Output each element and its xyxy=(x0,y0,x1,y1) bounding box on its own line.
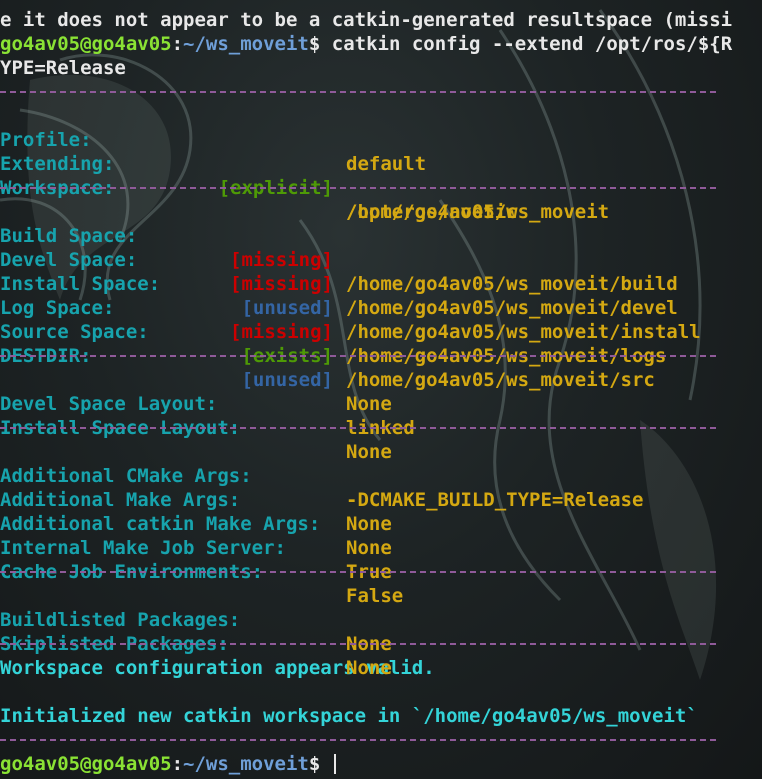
config-row-destdir: DESTDIR: [unused] None xyxy=(0,320,762,415)
terminal-window[interactable]: e it does not appear to be a catkin-gene… xyxy=(0,0,762,779)
prompt-symbol: $ xyxy=(308,33,321,55)
config-row-devel-layout: Devel Space Layout: linked xyxy=(0,368,762,439)
config-value: None xyxy=(346,657,392,679)
initialized-message: Initialized new catkin workspace in `/ho… xyxy=(0,705,698,727)
config-row-devel-space: Devel Space: [missing] /home/go4av05/ws_… xyxy=(0,224,762,319)
config-row-cache-env: Cache Job Environments: False xyxy=(0,536,762,607)
config-row-job-server: Internal Make Job Server: True xyxy=(0,512,762,583)
config-row-build-space: Build Space: [missing] /home/go4av05/ws_… xyxy=(0,200,762,295)
separator-line xyxy=(0,728,762,752)
config-row-cmake-args: Additional CMake Args: -DCMAKE_BUILD_TYP… xyxy=(0,440,762,511)
config-row-log-space: Log Space: [missing] /home/go4av05/ws_mo… xyxy=(0,272,762,367)
config-row-source-space: Source Space: [exists] /home/go4av05/ws_… xyxy=(0,296,762,391)
config-row-install-space: Install Space: [unused] /home/go4av05/ws… xyxy=(0,248,762,343)
command-text: catkin config --extend /opt/ros/${R xyxy=(320,33,733,55)
command-prompt-line: go4av05@go4av05:~/ws_moveit$ catkin conf… xyxy=(0,32,762,56)
prompt-user-host: go4av05@go4av05 xyxy=(0,753,172,775)
config-row-extending: Extending: [explicit] /opt/ros/noetic xyxy=(0,128,762,223)
active-prompt-line[interactable]: go4av05@go4av05:~/ws_moveit$ xyxy=(0,752,762,776)
command-wrap-line: YPE=Release xyxy=(0,57,126,79)
config-row-install-layout: Install Space Layout: None xyxy=(0,392,762,463)
text-cursor[interactable] xyxy=(333,754,336,774)
prompt-path: ~/ws_moveit xyxy=(183,753,309,775)
separator-line xyxy=(0,80,762,104)
config-row-workspace: Workspace: /home/go4av05/ws_moveit xyxy=(0,152,762,223)
prompt-separator: : xyxy=(171,753,184,775)
separator-line xyxy=(0,560,762,584)
config-row-profile: Profile: default xyxy=(0,104,762,175)
prompt-path: ~/ws_moveit xyxy=(183,33,309,55)
output-line-warning: e it does not appear to be a catkin-gene… xyxy=(0,9,733,31)
config-row-catkin-make-args: Additional catkin Make Args: None xyxy=(0,488,762,559)
prompt-user-host: go4av05@go4av05 xyxy=(0,33,172,55)
separator-line xyxy=(0,176,762,200)
prompt-symbol: $ xyxy=(308,753,321,775)
config-row-skiplisted: Skiplisted Packages: None xyxy=(0,608,762,679)
separator-line xyxy=(0,344,762,368)
config-row-make-args: Additional Make Args: None xyxy=(0,464,762,535)
separator-line xyxy=(0,416,762,440)
separator-line xyxy=(0,632,762,656)
config-row-buildlisted: Buildlisted Packages: None xyxy=(0,584,762,655)
prompt-separator: : xyxy=(171,33,184,55)
